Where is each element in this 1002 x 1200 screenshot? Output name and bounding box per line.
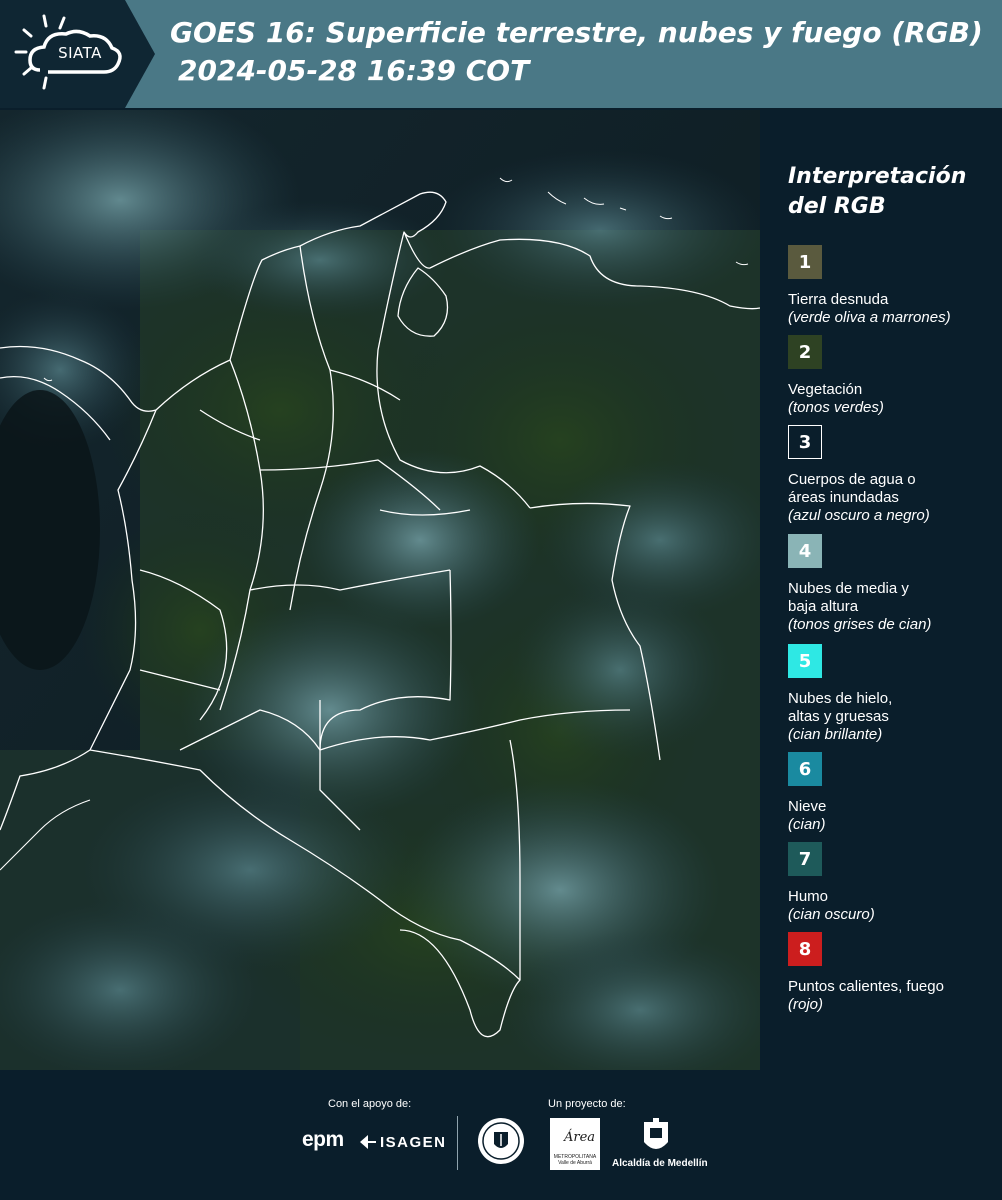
area-metropolitana-logo: Área METROPOLITANA Valle de Aburrá <box>550 1118 600 1170</box>
footer: Con el apoyo de: epm ISAGEN Un proyecto … <box>0 1070 1002 1200</box>
legend-swatch: 4 <box>788 534 822 568</box>
university-seal-icon <box>478 1118 524 1164</box>
alcaldia-shield-icon <box>644 1118 668 1149</box>
rgb-legend: Interpretación del RGB 1 Tierra desnuda(… <box>762 110 1002 1070</box>
siata-logo-text: SIATA <box>58 44 102 62</box>
legend-item-snow: 6 Nieve (cian) <box>788 752 998 834</box>
footer-divider <box>457 1116 458 1170</box>
legend-item-bare-land: 1 Tierra desnuda (verde oliva a marrones) <box>788 245 998 327</box>
project-label: Un proyecto de: <box>548 1098 626 1110</box>
legend-title: Interpretación del RGB <box>788 164 967 219</box>
legend-swatch: 5 <box>788 644 822 678</box>
legend-swatch: 8 <box>788 932 822 966</box>
legend-item-vegetation: 2 Vegetación (tonos verdes) <box>788 335 998 417</box>
alcaldia-label: Alcaldía de Medellín <box>612 1158 708 1169</box>
legend-item-smoke: 7 Humo (cian oscuro) <box>788 842 998 924</box>
legend-item-fire: 8 Puntos calientes, fuego (rojo) <box>788 932 998 1014</box>
legend-swatch: 3 <box>788 425 822 459</box>
legend-item-water: 3 Cuerpos de agua o áreas inundadas (azul… <box>788 425 998 525</box>
legend-item-ice-clouds: 5 Nubes de hielo, altas y gruesas (cian b… <box>788 644 998 744</box>
header-bar: SIATA GOES 16: Superficie terrestre, nub… <box>0 0 1002 108</box>
epm-logo: epm <box>302 1128 344 1151</box>
legend-swatch: 1 <box>788 245 822 279</box>
page-timestamp: 2024-05-28 16:39 COT <box>178 54 530 87</box>
page-title: GOES 16: Superficie terrestre, nubes y f… <box>170 16 983 49</box>
siata-logo: SIATA <box>0 0 155 108</box>
satellite-map <box>0 110 760 1070</box>
legend-swatch: 7 <box>788 842 822 876</box>
legend-swatch: 6 <box>788 752 822 786</box>
isagen-logo: ISAGEN <box>380 1134 447 1151</box>
isagen-icon <box>360 1135 376 1149</box>
legend-swatch: 2 <box>788 335 822 369</box>
legend-item-low-clouds: 4 Nubes de media y baja altura (tonos gri… <box>788 534 998 634</box>
support-label: Con el apoyo de: <box>328 1098 412 1110</box>
